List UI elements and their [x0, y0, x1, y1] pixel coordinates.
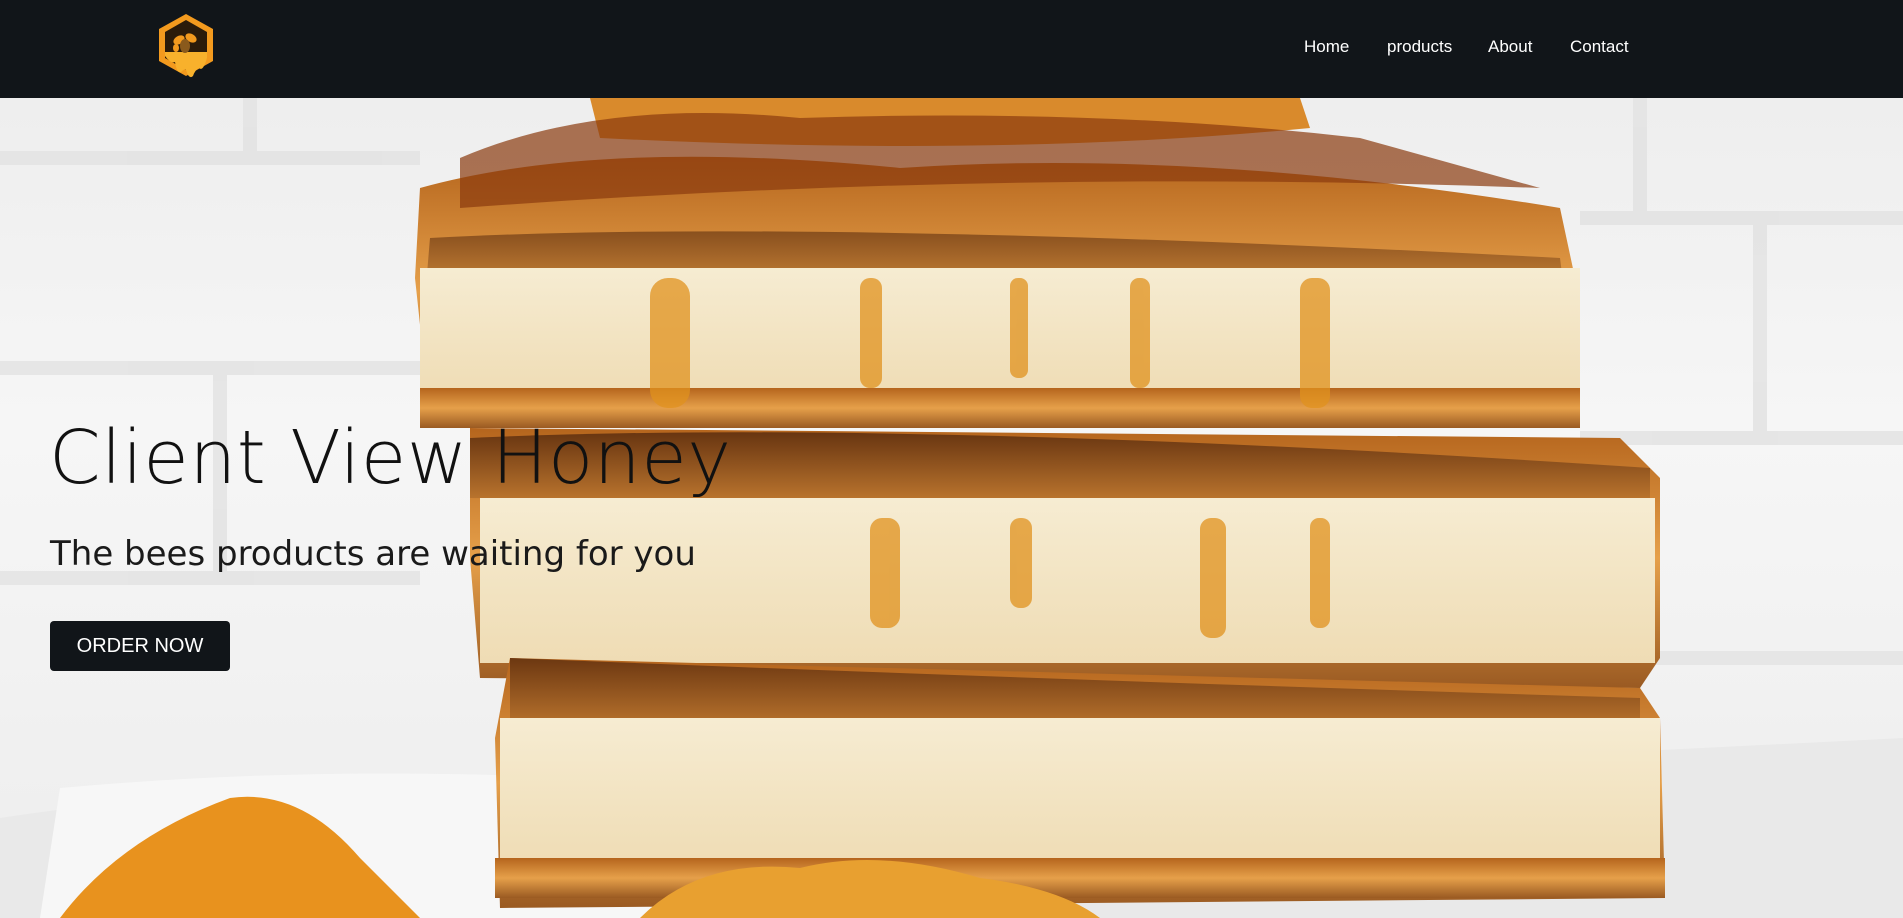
hero-section: Client View Honey The bees products are …: [0, 98, 1903, 918]
nav-link-products[interactable]: products: [1387, 37, 1452, 57]
nav-link-about[interactable]: About: [1488, 37, 1532, 57]
hero-subtitle: The bees products are waiting for you: [50, 534, 696, 574]
nav-link-contact[interactable]: Contact: [1570, 37, 1629, 57]
top-navbar: Home products About Contact: [0, 0, 1903, 98]
honey-bee-hexagon-logo-icon[interactable]: [155, 12, 217, 84]
order-now-button[interactable]: ORDER NOW: [50, 621, 230, 671]
nav-link-home[interactable]: Home: [1304, 37, 1349, 57]
hero-title: Client View Honey: [49, 415, 732, 501]
honey-custard-pastry-image: [0, 98, 1903, 918]
